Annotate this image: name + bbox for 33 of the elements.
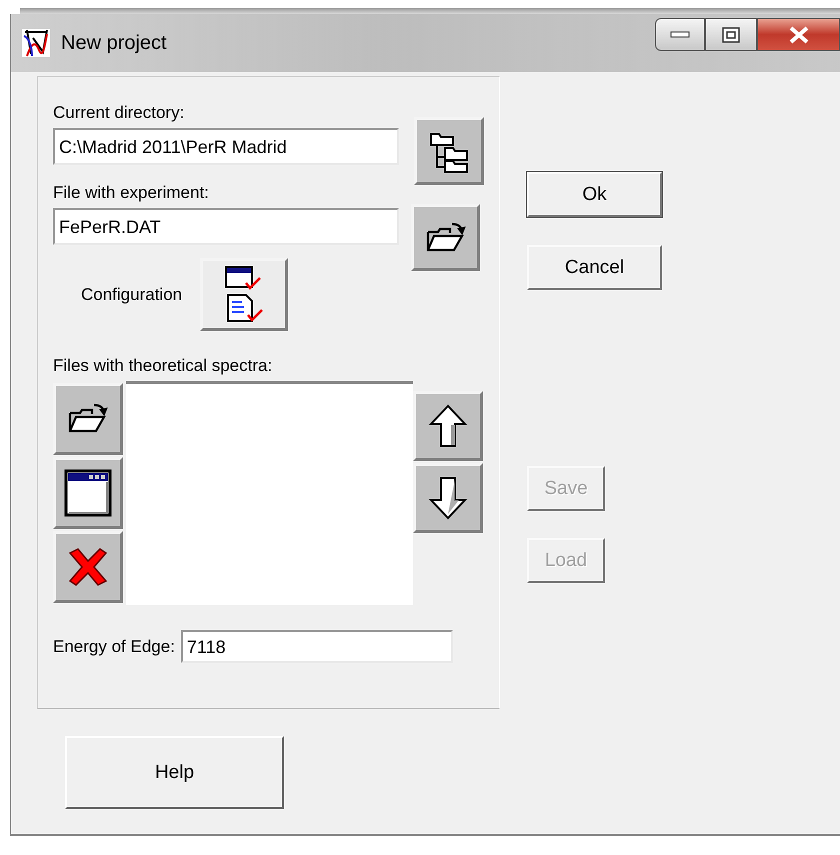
file-field[interactable]: FePerR.DAT [53,208,399,245]
close-button[interactable] [757,18,840,51]
open-folder-icon [426,222,466,254]
configuration-label: Configuration [81,284,182,304]
move-down-button[interactable] [413,463,483,533]
minimize-button[interactable] [655,18,705,51]
view-button[interactable] [53,457,123,529]
ok-button[interactable]: Ok [527,172,662,217]
open-folder-icon [68,403,108,435]
maximize-icon [722,26,740,42]
directory-field[interactable]: C:\Madrid 2011\PerR Madrid [53,128,399,165]
minimize-icon [670,30,690,38]
move-up-button[interactable] [413,391,483,461]
browse-directory-button[interactable] [414,117,484,185]
delete-button[interactable] [53,531,123,603]
close-icon [788,26,810,44]
window-title: New project [61,32,167,54]
field-label: Energy of Edge: [53,636,175,656]
field-label: Current directory: [53,103,186,123]
open-file-button[interactable] [411,204,480,271]
window-icon [63,468,113,518]
maximize-button[interactable] [705,18,757,51]
open-file-button[interactable] [53,383,123,455]
help-button[interactable]: Help [65,736,284,809]
cancel-button[interactable]: Cancel [527,245,662,290]
app-icon [21,28,51,58]
down-arrow-icon [428,476,468,520]
list-label: Files with theoretical spectra: [53,356,274,376]
energy-field[interactable]: 7118 [180,630,453,663]
delete-icon [66,547,110,587]
configuration-button[interactable] [200,258,288,331]
field-label: File with experiment: [53,183,210,203]
up-arrow-icon [428,404,468,448]
